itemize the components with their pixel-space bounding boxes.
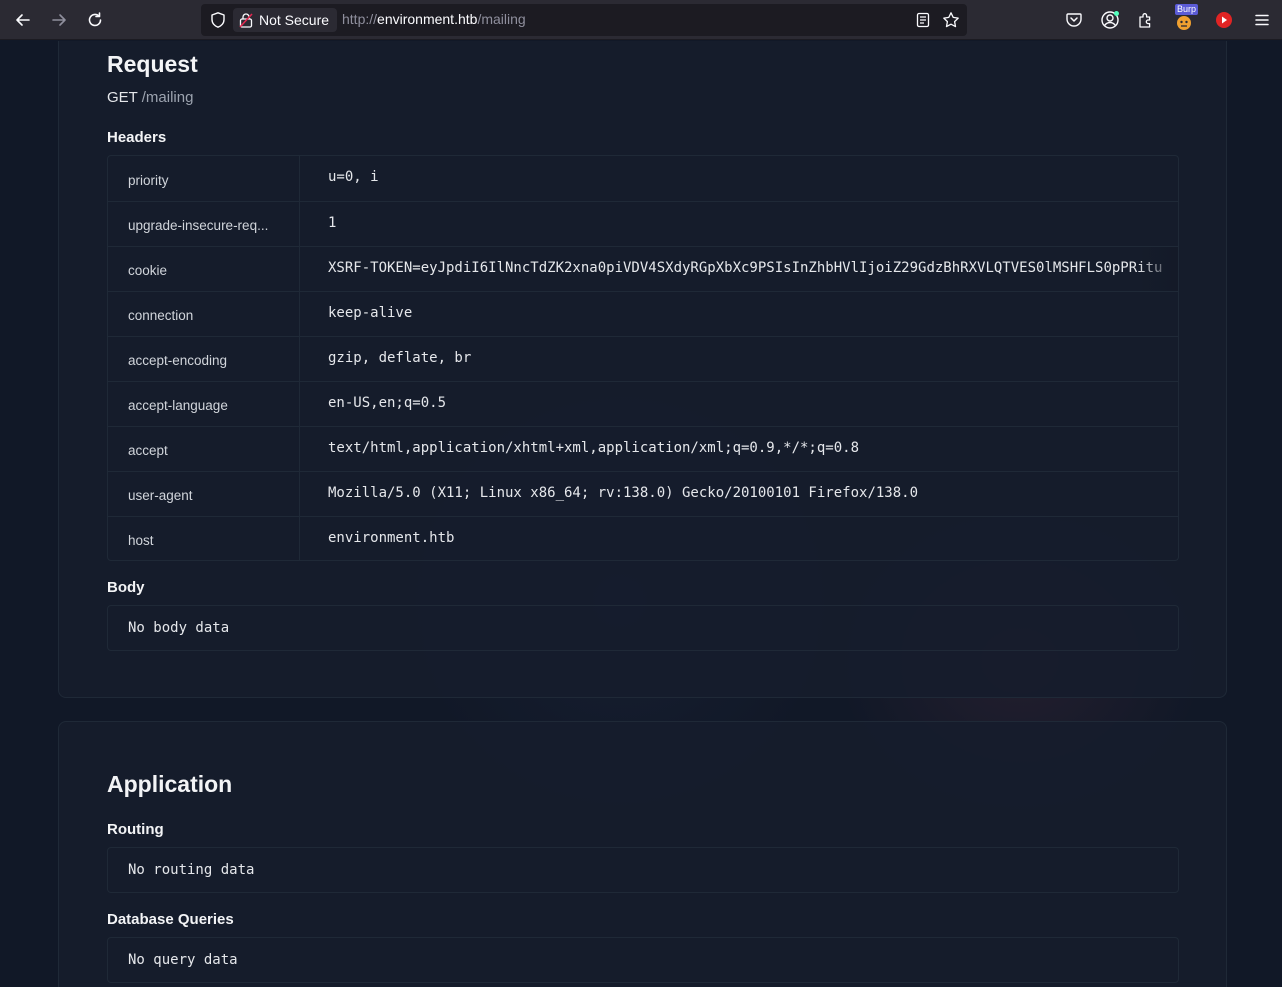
bookmark-star-button[interactable] bbox=[941, 10, 961, 30]
extensions-button[interactable] bbox=[1132, 6, 1160, 34]
table-row: cookie XSRF-TOKEN=eyJpdiI6IlNncTdZK2xna0… bbox=[108, 246, 1178, 291]
youtube-icon bbox=[1216, 12, 1232, 28]
header-key: user-agent bbox=[108, 472, 300, 516]
pocket-button[interactable] bbox=[1060, 6, 1088, 34]
table-row: upgrade-insecure-req... 1 bbox=[108, 201, 1178, 246]
back-button[interactable] bbox=[9, 6, 37, 34]
reader-view-button[interactable] bbox=[913, 10, 933, 30]
request-title: Request bbox=[107, 51, 198, 77]
forward-button[interactable] bbox=[45, 6, 73, 34]
header-key: host bbox=[108, 517, 300, 560]
header-key: priority bbox=[108, 156, 300, 201]
reload-button[interactable] bbox=[81, 6, 109, 34]
browser-toolbar: Not Secure http://environment.htb/mailin… bbox=[0, 0, 1282, 40]
header-value: 1 bbox=[328, 215, 337, 231]
table-row: user-agent Mozilla/5.0 (X11; Linux x86_6… bbox=[108, 471, 1178, 516]
header-value: XSRF-TOKEN=eyJpdiI6IlNncTdZK2xna0piVDV4S… bbox=[300, 247, 1178, 291]
hamburger-menu-icon bbox=[1255, 14, 1269, 26]
header-key: upgrade-insecure-req... bbox=[108, 202, 300, 246]
reload-icon bbox=[88, 12, 102, 27]
header-value: keep-alive bbox=[328, 305, 413, 321]
request-method: GET bbox=[107, 89, 138, 106]
headers-table: priority u=0, i upgrade-insecure-req... … bbox=[107, 155, 1179, 561]
table-row: accept-encoding gzip, deflate, br bbox=[108, 336, 1178, 381]
star-icon bbox=[943, 12, 959, 28]
url-bar[interactable]: Not Secure http://environment.htb/mailin… bbox=[201, 4, 967, 36]
table-row: host environment.htb bbox=[108, 516, 1178, 560]
header-key: accept bbox=[108, 427, 300, 471]
table-row: priority u=0, i bbox=[108, 156, 1178, 201]
account-icon bbox=[1101, 11, 1119, 29]
header-value: text/html,application/xhtml+xml,applicat… bbox=[328, 440, 860, 456]
header-value: environment.htb bbox=[328, 530, 455, 546]
request-line: GET /mailing bbox=[107, 89, 193, 106]
body-box: No body data bbox=[107, 605, 1179, 651]
not-secure-badge[interactable]: Not Secure bbox=[233, 8, 338, 32]
routing-title: Routing bbox=[107, 821, 164, 838]
request-card: Request GET /mailing Headers priority u=… bbox=[58, 41, 1227, 698]
request-path: /mailing bbox=[141, 89, 194, 106]
pocket-icon bbox=[1066, 13, 1082, 27]
application-title: Application bbox=[107, 771, 233, 797]
table-row: connection keep-alive bbox=[108, 291, 1178, 336]
url-host: environment.htb bbox=[377, 11, 478, 27]
table-row: accept-language en-US,en;q=0.5 bbox=[108, 381, 1178, 426]
table-row: accept text/html,application/xhtml+xml,a… bbox=[108, 426, 1178, 471]
arrow-left-icon bbox=[16, 14, 30, 26]
header-value: Mozilla/5.0 (X11; Linux x86_64; rv:138.0… bbox=[328, 485, 919, 501]
header-value: gzip, deflate, br bbox=[328, 350, 472, 366]
queries-box: No query data bbox=[107, 937, 1179, 983]
youtube-extension-button[interactable] bbox=[1210, 6, 1238, 34]
body-title: Body bbox=[107, 579, 145, 596]
headers-title: Headers bbox=[107, 129, 167, 146]
header-key: cookie bbox=[108, 247, 300, 291]
arrow-right-icon bbox=[52, 14, 66, 26]
header-key: connection bbox=[108, 292, 300, 336]
routing-box: No routing data bbox=[107, 847, 1179, 893]
page-content: Request GET /mailing Headers priority u=… bbox=[0, 41, 1282, 987]
queries-title: Database Queries bbox=[107, 911, 234, 928]
url-path: /mailing bbox=[477, 11, 526, 27]
puzzle-icon bbox=[1139, 13, 1151, 28]
header-key: accept-language bbox=[108, 382, 300, 426]
url-scheme: http:// bbox=[342, 11, 378, 27]
menu-button[interactable] bbox=[1248, 6, 1276, 34]
application-card: Application Routing No routing data Data… bbox=[58, 721, 1227, 987]
url-text[interactable]: http://environment.htb/mailing bbox=[342, 11, 526, 27]
header-key: accept-encoding bbox=[108, 337, 300, 381]
insecure-lock-icon bbox=[239, 13, 253, 28]
shield-icon[interactable] bbox=[209, 11, 227, 29]
reader-view-icon bbox=[916, 12, 930, 28]
not-secure-label: Not Secure bbox=[259, 12, 330, 28]
burp-extension-button[interactable]: Burp bbox=[1170, 4, 1199, 34]
account-button[interactable] bbox=[1096, 6, 1124, 34]
burp-badge: Burp bbox=[1175, 4, 1199, 15]
header-value: u=0, i bbox=[328, 169, 379, 185]
header-value: en-US,en;q=0.5 bbox=[328, 395, 447, 411]
